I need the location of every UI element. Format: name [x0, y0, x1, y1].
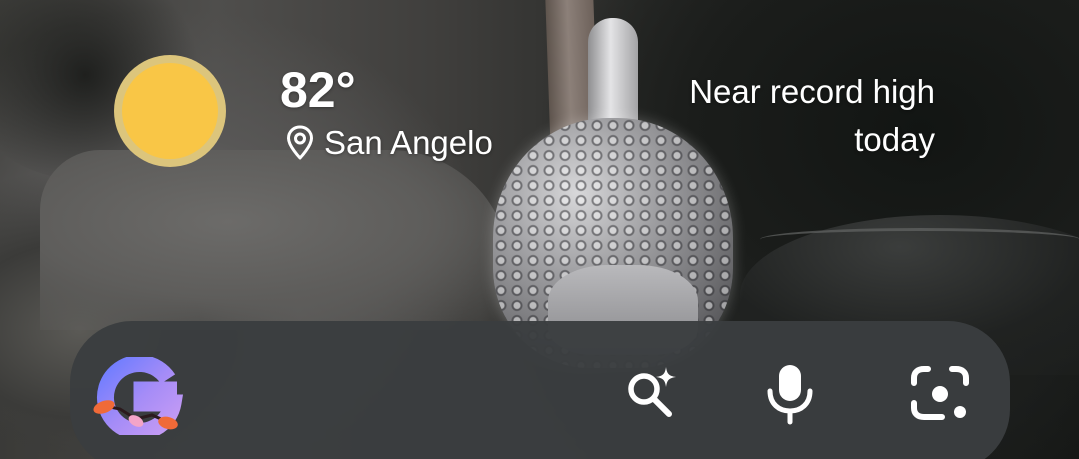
temperature: 82° — [280, 62, 356, 118]
ai-search-button[interactable] — [614, 355, 690, 431]
sun-icon-core — [122, 63, 218, 159]
sun-icon — [114, 55, 226, 167]
location: San Angelo — [286, 122, 493, 164]
lens-search-button[interactable] — [902, 355, 978, 431]
google-search-bar[interactable] — [70, 321, 1010, 459]
microphone-icon — [767, 365, 813, 425]
google-g-logo[interactable] — [90, 357, 184, 435]
weather-widget[interactable]: 82° San Angelo Near record high today — [0, 0, 1079, 190]
forecast-line-2: today — [854, 121, 935, 158]
voice-search-button[interactable] — [752, 355, 828, 431]
forecast-summary: Near record high today — [605, 68, 935, 164]
forecast-line-1: Near record high — [689, 73, 935, 110]
location-name: San Angelo — [324, 124, 493, 161]
camera-lens-icon — [911, 366, 969, 420]
wallpaper-pot-rim — [760, 228, 1079, 251]
sparkle-search-icon — [628, 367, 676, 417]
home-screen: 82° San Angelo Near record high today — [0, 0, 1079, 459]
location-pin-icon — [287, 125, 313, 160]
